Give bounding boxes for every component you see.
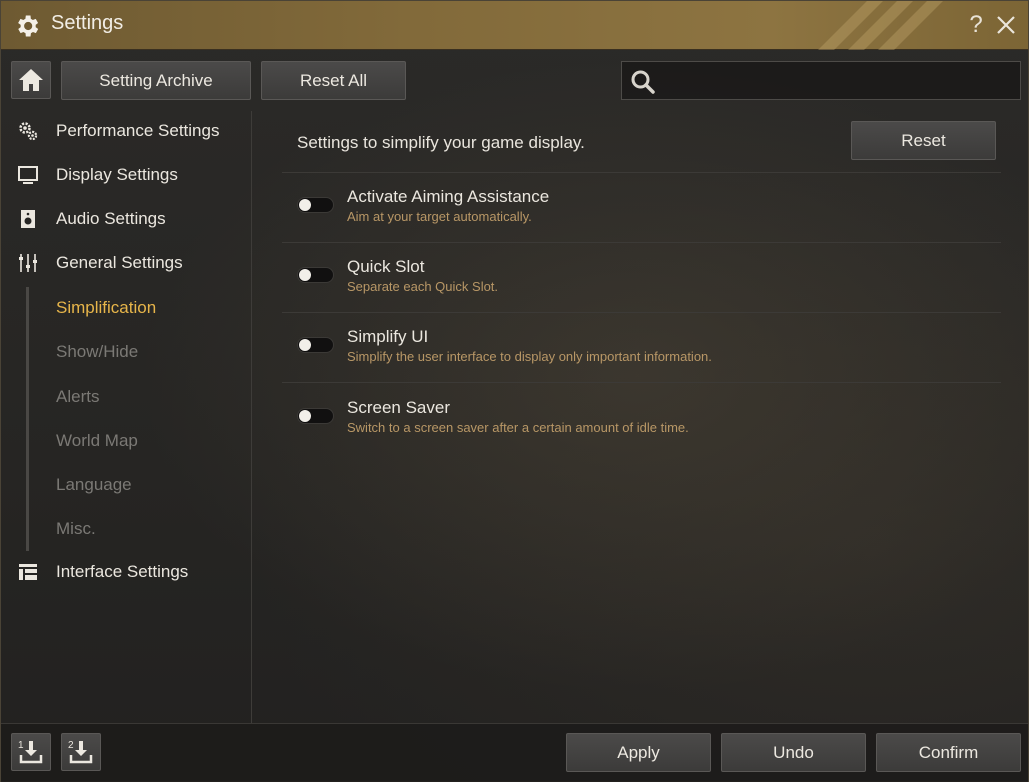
sidebar-item-label: Performance Settings <box>56 121 220 140</box>
option-subtitle: Aim at your target automatically. <box>347 209 532 224</box>
settings-window: Settings ? Setting Archive Reset All Per… <box>0 0 1029 782</box>
apply-button[interactable]: Apply <box>566 733 711 772</box>
option-row-screen-saver: Screen Saver Switch to a screen saver af… <box>297 398 997 454</box>
sidebar-divider <box>251 111 252 723</box>
download-icon: 2 <box>68 740 93 764</box>
home-button[interactable] <box>11 61 51 99</box>
aiming-assistance-toggle[interactable] <box>297 197 334 213</box>
sidebar-item-label: General Settings <box>56 253 183 272</box>
submenu-item-world-map[interactable]: World Map <box>56 431 138 451</box>
monitor-icon <box>18 166 38 184</box>
toggle-knob <box>299 269 311 281</box>
footer-bar <box>1 723 1028 782</box>
sidebar-item-audio[interactable]: Audio Settings <box>1 202 251 236</box>
sidebar-item-general[interactable]: General Settings <box>1 246 251 280</box>
window-title: Settings <box>51 12 124 34</box>
setting-archive-button[interactable]: Setting Archive <box>61 61 251 100</box>
search-input[interactable] <box>664 66 1014 96</box>
option-row-quick-slot: Quick Slot Separate each Quick Slot. <box>297 257 997 313</box>
load-slot-1-button[interactable]: 1 <box>11 733 51 771</box>
option-subtitle: Simplify the user interface to display o… <box>347 349 712 364</box>
submenu-item-language[interactable]: Language <box>56 475 132 495</box>
sliders-icon <box>19 254 37 272</box>
option-row-aiming-assistance: Activate Aiming Assistance Aim at your t… <box>297 187 997 243</box>
speaker-icon <box>21 210 35 228</box>
option-title: Activate Aiming Assistance <box>347 187 550 206</box>
reset-all-button[interactable]: Reset All <box>261 61 406 100</box>
quick-slot-toggle[interactable] <box>297 267 334 283</box>
option-subtitle: Switch to a screen saver after a certain… <box>347 420 689 435</box>
option-title: Screen Saver <box>347 398 450 417</box>
sidebar-item-performance[interactable]: Performance Settings <box>1 114 251 148</box>
submenu-line <box>26 287 29 551</box>
submenu-item-alerts[interactable]: Alerts <box>56 387 99 407</box>
search-icon <box>631 70 655 94</box>
option-title: Simplify UI <box>347 327 429 346</box>
simplify-ui-toggle[interactable] <box>297 337 334 353</box>
layout-icon <box>19 564 37 580</box>
undo-button[interactable]: Undo <box>721 733 866 772</box>
divider <box>282 382 1001 383</box>
section-description: Settings to simplify your game display. <box>297 133 585 152</box>
sidebar-item-label: Display Settings <box>56 165 178 184</box>
download-icon: 1 <box>18 740 43 764</box>
search-box[interactable] <box>621 61 1021 100</box>
title-bar-decoration <box>818 1 943 50</box>
sidebar-item-interface[interactable]: Interface Settings <box>1 555 251 589</box>
slot-number: 1 <box>18 740 24 751</box>
option-title: Quick Slot <box>347 257 425 276</box>
divider <box>282 172 1001 173</box>
gears-icon <box>19 122 38 141</box>
reset-button[interactable]: Reset <box>851 121 996 160</box>
submenu-item-show-hide[interactable]: Show/Hide <box>56 342 138 362</box>
load-slot-2-button[interactable]: 2 <box>61 733 101 771</box>
sidebar-item-label: Audio Settings <box>56 209 166 228</box>
option-subtitle: Separate each Quick Slot. <box>347 279 499 294</box>
confirm-button[interactable]: Confirm <box>876 733 1021 772</box>
submenu-item-simplification[interactable]: Simplification <box>56 298 156 318</box>
divider <box>282 242 1001 243</box>
slot-number: 2 <box>68 740 74 751</box>
close-icon[interactable] <box>994 13 1018 37</box>
sidebar-item-display[interactable]: Display Settings <box>1 158 251 192</box>
toggle-knob <box>299 410 311 422</box>
sidebar-item-label: Interface Settings <box>56 562 189 581</box>
gear-icon <box>18 15 39 37</box>
home-icon <box>19 69 43 91</box>
option-row-simplify-ui: Simplify UI Simplify the user interface … <box>297 327 997 383</box>
title-bar[interactable]: Settings ? <box>1 1 1028 50</box>
divider <box>282 312 1001 313</box>
help-button[interactable]: ? <box>965 11 987 39</box>
submenu-item-misc[interactable]: Misc. <box>56 519 96 539</box>
screen-saver-toggle[interactable] <box>297 408 334 424</box>
toggle-knob <box>299 339 311 351</box>
toggle-knob <box>299 199 311 211</box>
